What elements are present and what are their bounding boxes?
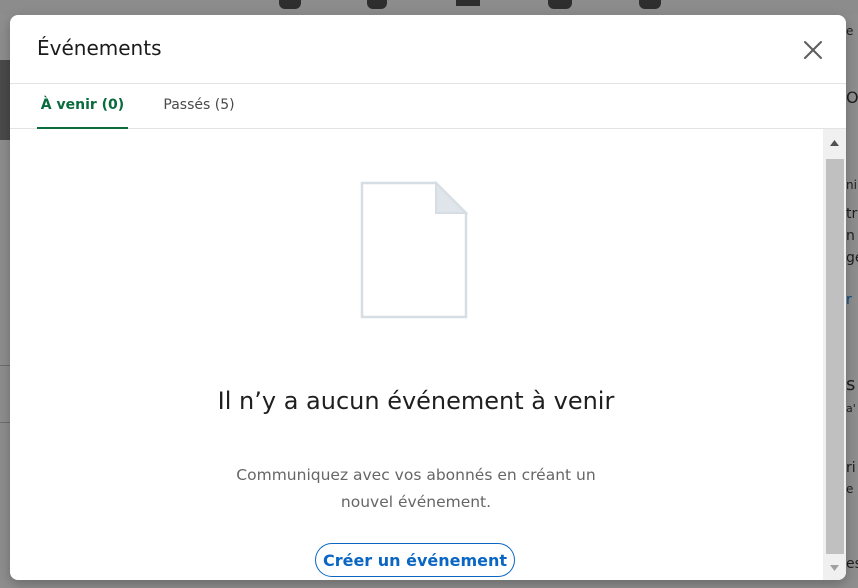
background-text-fragment: ge <box>846 250 858 266</box>
background-text-fragment: es <box>846 556 858 572</box>
background-text-fragment: ni <box>846 178 857 192</box>
jobs-icon <box>456 0 480 6</box>
scroll-thumb[interactable] <box>826 159 844 554</box>
scrollbar[interactable] <box>823 129 846 580</box>
messaging-icon <box>548 0 572 9</box>
network-icon <box>367 0 387 9</box>
background-divider <box>0 422 10 423</box>
tab-upcoming[interactable]: À venir (0) <box>37 84 128 129</box>
background-text-fragment: n i <box>846 228 858 244</box>
background-text-fragment: e <box>846 482 854 496</box>
background-text-fragment: r <box>846 292 852 308</box>
home-icon <box>279 0 301 9</box>
scroll-down-button[interactable] <box>823 556 846 580</box>
background-text-fragment: ri <box>846 460 856 476</box>
empty-state-title: Il n’y a aucun événement à venir <box>217 387 615 415</box>
modal-header: Événements <box>10 15 846 84</box>
background-text-fragment: e <box>846 24 854 38</box>
empty-state-description: Communiquez avec vos abonnés en créant u… <box>236 466 596 511</box>
close-icon <box>804 41 822 59</box>
notifications-icon <box>639 0 661 9</box>
document-icon <box>360 181 469 319</box>
create-event-button[interactable]: Créer un événement <box>315 543 515 577</box>
background-left-fragment <box>0 60 10 140</box>
background-divider <box>0 365 10 366</box>
chevron-down-icon <box>830 565 839 571</box>
close-button[interactable] <box>798 35 828 65</box>
background-text-fragment: a' <box>846 402 856 415</box>
events-tabs: À venir (0) Passés (5) <box>10 84 846 129</box>
background-text-fragment: O <box>846 88 858 107</box>
empty-state: Il n’y a aucun événement à venir Communi… <box>10 129 823 580</box>
chevron-up-icon <box>830 140 839 146</box>
tab-past[interactable]: Passés (5) <box>163 84 235 128</box>
modal-title: Événements <box>37 36 162 60</box>
background-text-fragment: s <box>846 374 856 395</box>
background-nav-bar <box>0 0 858 14</box>
background-text-fragment: tr <box>846 206 858 222</box>
events-modal: Événements À venir (0) Passés (5) Il n’y… <box>10 15 846 580</box>
scroll-up-button[interactable] <box>823 129 846 157</box>
